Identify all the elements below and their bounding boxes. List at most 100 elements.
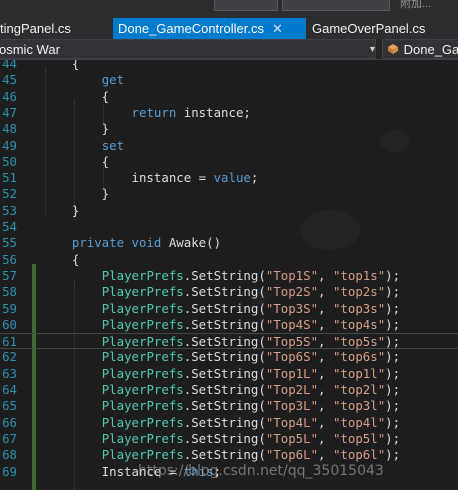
code-line[interactable]: 62 PlayerPrefs.SetString("Top6S", "top6s…: [0, 349, 458, 365]
code-token: instance =: [42, 170, 214, 186]
code-token: value: [213, 170, 251, 186]
code-token: );: [385, 334, 401, 350]
code-token: "top5s": [332, 334, 386, 350]
code-text: PlayerPrefs.SetString("Top6S", "top6s");: [42, 349, 400, 365]
code-text: {: [42, 60, 79, 72]
code-line[interactable]: 54: [0, 219, 458, 235]
code-text: }: [42, 186, 109, 202]
code-token: "top4s": [332, 316, 386, 332]
code-token: {: [42, 153, 110, 169]
code-line[interactable]: 56 {: [0, 252, 458, 268]
code-token: "Top6S": [265, 349, 319, 365]
code-token: ,: [318, 447, 333, 463]
code-text: PlayerPrefs.SetString("Top4L", "top4l");: [42, 415, 400, 431]
code-token: .SetString(: [183, 316, 266, 332]
code-line[interactable]: 57 PlayerPrefs.SetString("Top1S", "top1s…: [0, 268, 458, 284]
code-line[interactable]: 47 return instance;: [0, 105, 458, 121]
code-token: ,: [318, 365, 333, 381]
code-text: {: [42, 89, 109, 105]
line-number: 67: [2, 430, 17, 446]
code-token: {: [42, 88, 110, 104]
code-token: PlayerPrefs: [101, 398, 184, 414]
code-token: instance;: [176, 104, 251, 120]
code-line[interactable]: 59 PlayerPrefs.SetString("Top3S", "top3s…: [0, 301, 458, 317]
close-icon[interactable]: ✕: [272, 18, 283, 39]
code-line[interactable]: 67 PlayerPrefs.SetString("Top5L", "top5l…: [0, 431, 458, 447]
code-line[interactable]: 55 private void Awake(): [0, 235, 458, 251]
code-token: );: [385, 267, 401, 283]
code-line[interactable]: 60 PlayerPrefs.SetString("Top4S", "top4s…: [0, 317, 458, 333]
code-token: );: [385, 365, 401, 381]
code-token: PlayerPrefs: [101, 316, 184, 332]
code-token: PlayerPrefs: [101, 334, 184, 350]
line-number: 59: [2, 300, 17, 316]
code-line[interactable]: 51 instance = value;: [0, 170, 458, 186]
code-line[interactable]: 63 PlayerPrefs.SetString("Top1L", "top1l…: [0, 366, 458, 382]
project-label: osmic War: [0, 42, 60, 57]
type-dropdown[interactable]: Done_Gam: [382, 39, 458, 59]
config-dropdown[interactable]: [214, 0, 278, 11]
code-line[interactable]: 53 }: [0, 203, 458, 219]
code-token: ,: [318, 430, 333, 446]
code-text: set: [42, 138, 124, 154]
code-token: "top4l": [332, 414, 386, 430]
tab-done-gamecontroller[interactable]: Done_GameController.cs ✕: [113, 18, 306, 39]
code-line[interactable]: 52 }: [0, 186, 458, 202]
platform-dropdown[interactable]: [282, 0, 390, 11]
code-line[interactable]: 49 set: [0, 138, 458, 154]
code-line[interactable]: 45 get: [0, 72, 458, 88]
code-text: {: [42, 154, 109, 170]
watermark: https://blog.csdn.net/qq_35015043: [138, 463, 384, 479]
code-token: "Top4L": [265, 414, 319, 430]
tab-gameoverpanel[interactable]: GameOverPanel.cs: [312, 18, 452, 39]
code-token: );: [385, 300, 401, 316]
project-dropdown[interactable]: osmic War: [0, 39, 376, 59]
code-line[interactable]: 44 {: [0, 60, 458, 72]
code-token: PlayerPrefs: [101, 430, 184, 446]
code-token: .SetString(: [183, 430, 266, 446]
line-number: 64: [2, 382, 17, 397]
line-number: 51: [2, 170, 17, 186]
code-line[interactable]: 64 PlayerPrefs.SetString("Top2L", "top2l…: [0, 382, 458, 398]
code-token: "Top3L": [265, 398, 319, 414]
code-line[interactable]: 46 {: [0, 89, 458, 105]
tab-label: GameOverPanel.cs: [312, 21, 426, 36]
code-token: }: [42, 121, 110, 137]
code-line[interactable]: 61 PlayerPrefs.SetString("Top5S", "top5s…: [0, 333, 458, 350]
code-line[interactable]: 50 {: [0, 154, 458, 170]
code-token: "Top3S": [265, 300, 319, 316]
code-line[interactable]: 66 PlayerPrefs.SetString("Top4L", "top4l…: [0, 415, 458, 431]
code-editor[interactable]: 44 {45 get 46 {47 return instance; 48 } 49 …: [0, 60, 458, 490]
chevron-down-icon[interactable]: ▼: [368, 39, 377, 59]
code-text: PlayerPrefs.SetString("Top4S", "top4s");: [42, 317, 400, 333]
line-number: 63: [2, 365, 17, 381]
code-token: );: [385, 349, 401, 365]
attach-label: 附加...: [400, 0, 432, 10]
code-line[interactable]: 68 PlayerPrefs.SetString("Top6L", "top6l…: [0, 447, 458, 463]
start-text[interactable]: 附加...: [400, 0, 431, 11]
code-text: PlayerPrefs.SetString("Top2S", "top2s");: [42, 284, 400, 300]
code-text: PlayerPrefs.SetString("Top6L", "top6l");: [42, 447, 400, 463]
code-token: get: [101, 72, 125, 88]
line-number: 50: [2, 153, 17, 169]
code-token: PlayerPrefs: [101, 382, 184, 397]
line-number: 48: [2, 121, 17, 137]
code-token: );: [385, 398, 401, 414]
code-token: "Top5L": [265, 430, 319, 446]
tab-settingpanel[interactable]: tingPanel.cs: [0, 18, 108, 39]
code-line[interactable]: 65 PlayerPrefs.SetString("Top3L", "top3l…: [0, 398, 458, 414]
code-text: PlayerPrefs.SetString("Top5S", "top5s");: [42, 334, 400, 350]
line-number: 60: [2, 316, 17, 332]
code-token: "top3l": [332, 398, 386, 414]
code-line[interactable]: 58 PlayerPrefs.SetString("Top2S", "top2s…: [0, 284, 458, 300]
code-line[interactable]: 48 }: [0, 121, 458, 137]
